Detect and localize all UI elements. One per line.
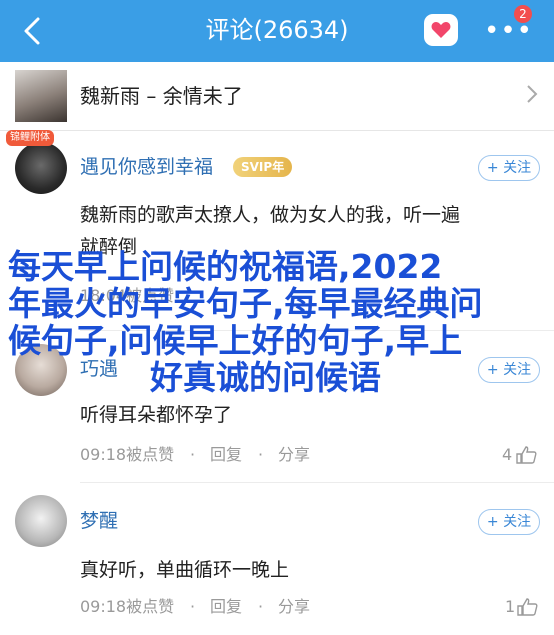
separator-dot: · [190,445,196,464]
separator-dot: · [258,597,264,616]
avatar-tag: 锦鲤附体 [6,130,54,146]
song-title: 魏新雨 – 余情未了 [80,84,243,108]
comment-text: 听得耳朵都怀孕了 [80,404,233,426]
notification-badge: 2 [514,5,532,23]
overlay-line: 好真诚的问候语 [150,358,381,397]
comment-text: 真好听，单曲循环一晚上 [80,559,290,581]
chevron-right-icon [526,84,538,110]
comment-username[interactable]: 遇见你感到幸福 [80,154,213,180]
comment-username[interactable]: 梦醒 [80,508,118,534]
top-bar: 评论(26634) ••• 2 [0,0,554,62]
like-count: 1 [505,597,516,616]
overlay-line: 年最火的早安句子,每早最经典问 [8,284,483,323]
share-button[interactable]: 分享 [278,596,310,618]
heart-message-icon [431,22,451,38]
comment-time: 09:18被点赞 [80,445,175,464]
follow-button[interactable]: + 关注 [478,509,540,535]
song-info-row[interactable]: 魏新雨 – 余情未了 [0,62,554,131]
overlay-headline: 每天早上问候的祝福语,2022 年最火的早安句子,每早最经典问 候句子,问候早上… [8,248,548,396]
page-title: 评论(26634) [205,16,349,44]
like-icon[interactable] [515,446,537,468]
divider [80,482,554,483]
song-cover-image [15,70,67,122]
vip-badge: SVIP年 [233,157,293,177]
reply-button[interactable]: 回复 [210,596,242,618]
overlay-line: 候句子,问候早上好的句子,早上 [8,321,463,360]
like-icon[interactable] [516,598,538,620]
comment-text: 魏新雨的歌声太撩人，做为女人的我，听一遍 [80,204,461,226]
like-count: 4 [502,445,513,464]
follow-button[interactable]: + 关注 [478,155,540,181]
overlay-line: 每天早上问候的祝福语,2022 [8,247,443,286]
reply-button[interactable]: 回复 [210,444,242,466]
separator-dot: · [258,445,264,464]
comment-time: 09:18被点赞 [80,597,175,616]
separator-dot: · [190,597,196,616]
message-button[interactable] [424,14,458,46]
share-button[interactable]: 分享 [278,444,310,466]
avatar[interactable] [15,495,67,547]
avatar[interactable] [15,142,67,194]
